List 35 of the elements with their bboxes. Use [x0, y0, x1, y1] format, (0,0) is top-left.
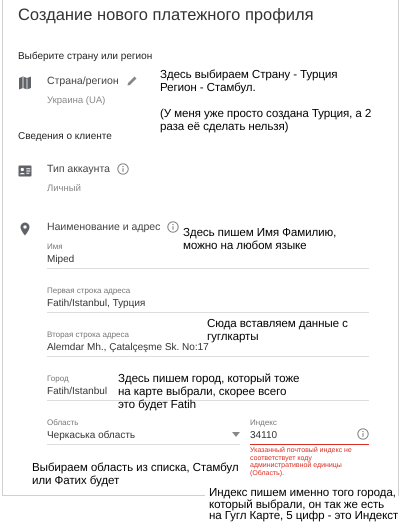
field-label: Область — [47, 418, 78, 427]
annotation-text: Индекс пишем именно того города, который выбрали, он так же есть на Гугл Карте, 5 цифр - это Индекст — [205, 485, 398, 522]
field-value: Личный — [47, 183, 81, 194]
annotation-text: Сюда вставляем данные с гуглкарты — [207, 317, 348, 343]
edit-icon[interactable] — [126, 75, 138, 87]
page-title: Создание нового платежного профиля — [17, 5, 315, 26]
info-icon[interactable] — [116, 163, 129, 175]
field-label: Город — [47, 374, 69, 383]
dropdown-field[interactable]: Область Черкаська область — [47, 418, 240, 445]
annotation-text: Здесь пишем Имя Фамилию, можно на любом языке — [183, 226, 336, 252]
field-label: Страна/регион — [47, 75, 119, 87]
field-label: Тип аккаунта — [47, 163, 110, 175]
id-card-icon — [18, 164, 32, 178]
input-value[interactable]: Fatih/Istanbul — [47, 386, 108, 397]
field-value: Черкаська область — [47, 430, 136, 441]
section-heading: Сведения о клиенте — [18, 131, 112, 142]
field-label: Наименование и адрес — [47, 221, 160, 233]
field-label: Индекс — [250, 418, 277, 427]
input-value[interactable]: Miped — [47, 254, 74, 265]
info-icon[interactable] — [167, 221, 180, 233]
info-icon[interactable] — [357, 428, 369, 440]
caret-icon — [232, 432, 240, 436]
annotation-text: Здесь выбираем Страну - Турция Регион - Стамбул. (У меня уже просто создана Турция, а 2 раза её сделать нельзя) — [160, 68, 372, 133]
section-heading: Выберите страну или регион — [18, 51, 152, 62]
annotation-text: Здесь пишем город, который тоже на карте выбрали, скорее всего это будет Fatih — [118, 372, 300, 411]
input-value[interactable]: Alemdar Mh., Çatalçeşme Sk. No:17 — [47, 342, 209, 353]
field-label: Первая строка адреса — [47, 286, 130, 295]
field-label: Вторая строка адреса — [47, 330, 129, 339]
field-label: Имя — [47, 242, 63, 251]
map-icon — [18, 76, 32, 90]
location-pin-icon — [18, 222, 32, 236]
text-field[interactable]: Индекс 34110 — [250, 418, 369, 445]
input-value[interactable]: Fatih/Istanbul, Турция — [47, 298, 146, 309]
annotation-text: Выбираем область из списка, Стамбул или Фатих будет — [32, 461, 238, 487]
field-value: 34110 — [250, 430, 278, 441]
